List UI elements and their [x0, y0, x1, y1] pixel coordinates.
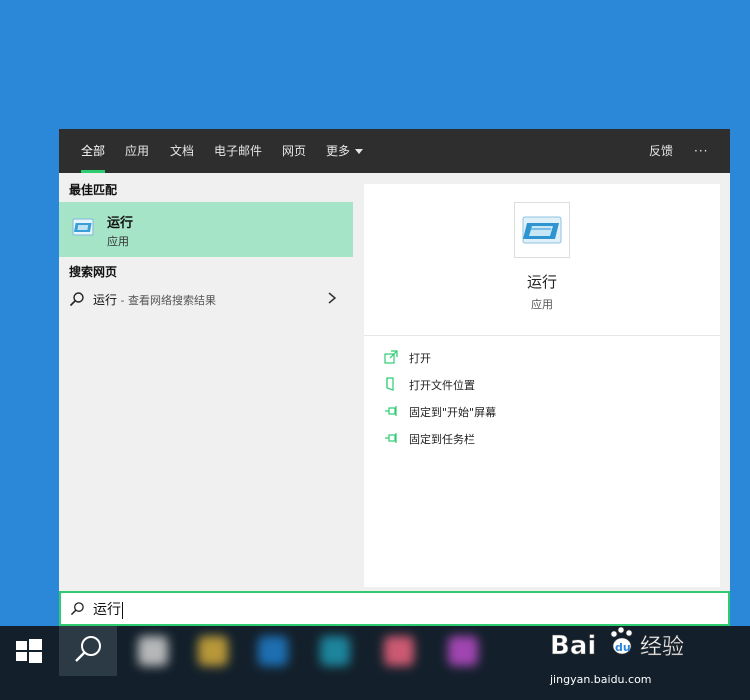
open-label: 打开 — [409, 352, 431, 365]
taskbar-app[interactable] — [258, 636, 288, 666]
tab-email-label: 电子邮件 — [214, 144, 263, 158]
tab-more[interactable]: 更多 — [326, 129, 364, 173]
web-search-result[interactable]: 运行 - 查看网络搜索结果 — [59, 287, 353, 313]
search-input-text: 运行 — [93, 599, 123, 619]
tab-apps-label: 应用 — [125, 144, 150, 158]
search-icon — [69, 292, 84, 307]
open-icon — [384, 350, 398, 364]
text-cursor — [122, 601, 123, 619]
divider — [364, 335, 720, 336]
watermark-url: jingyan.baidu.com — [550, 673, 652, 686]
app-title: 运行 — [526, 273, 557, 291]
caret-down-icon — [355, 149, 364, 154]
tab-all-label: 全部 — [81, 144, 106, 158]
web-result-text: 运行 - 查看网络搜索结果 — [93, 291, 216, 308]
web-search-header: 搜索网页 — [69, 265, 118, 279]
more-options-button[interactable]: ··· — [694, 129, 708, 173]
detail-panel: 运行 应用 打开 打开文件位置 固定到"开始"屏幕 固定到任务栏 — [364, 184, 720, 587]
tab-documents[interactable]: 文档 — [170, 129, 194, 173]
run-app-large-icon — [522, 216, 562, 244]
search-icon — [70, 602, 84, 616]
pin-icon — [385, 433, 397, 443]
best-match-subtitle: 应用 — [107, 235, 129, 248]
web-result-query: 运行 — [93, 293, 118, 307]
best-match-title: 运行 — [107, 216, 134, 231]
taskbar-app[interactable] — [320, 636, 350, 666]
app-subtitle: 应用 — [531, 298, 553, 311]
watermark-paw-text: du — [615, 641, 631, 654]
file-location-icon — [386, 377, 394, 391]
best-match-header: 最佳匹配 — [69, 183, 118, 197]
run-app-icon — [72, 218, 94, 236]
taskbar-app[interactable] — [384, 636, 414, 666]
tab-email[interactable]: 电子邮件 — [214, 129, 262, 173]
search-tabs-bar: 全部 应用 文档 电子邮件 网页 更多 反馈 ··· — [59, 129, 730, 173]
feedback-button[interactable]: 反馈 — [649, 129, 673, 173]
tab-web-label: 网页 — [282, 144, 307, 158]
pin-to-start-label: 固定到"开始"屏幕 — [409, 406, 497, 419]
tab-web[interactable]: 网页 — [282, 129, 306, 173]
tab-more-label: 更多 — [326, 144, 351, 158]
tab-all[interactable]: 全部 — [81, 129, 106, 173]
taskbar-app[interactable] — [138, 636, 168, 666]
baidu-jingyan-watermark: Bai du 经验 jingyan.baidu.com — [550, 620, 710, 690]
pin-to-taskbar-label: 固定到任务栏 — [409, 433, 475, 446]
taskbar-app[interactable] — [448, 636, 478, 666]
tab-documents-label: 文档 — [170, 144, 195, 158]
taskbar-app[interactable] — [198, 636, 228, 666]
app-preview — [514, 202, 570, 258]
chevron-right-icon — [328, 292, 337, 304]
baidu-logo-icon: Bai du 经验 — [550, 626, 684, 661]
pin-icon — [385, 406, 397, 416]
best-match-result[interactable]: 运行 应用 — [59, 202, 353, 257]
search-query: 运行 — [93, 602, 121, 618]
search-window: 全部 应用 文档 电子邮件 网页 更多 反馈 ··· 最佳匹配 运行 应用 搜索… — [59, 129, 730, 626]
results-list: 最佳匹配 运行 应用 搜索网页 运行 - 查看网络搜索结果 — [59, 173, 353, 590]
start-button[interactable] — [0, 626, 58, 676]
taskbar-search-button[interactable] — [59, 626, 117, 676]
tab-apps[interactable]: 应用 — [125, 129, 149, 173]
paw-icon: du — [610, 626, 633, 655]
web-result-hint: - 查看网络搜索结果 — [117, 294, 216, 307]
feedback-label: 反馈 — [649, 144, 674, 158]
windows-logo-icon — [16, 639, 42, 663]
watermark-suffix: 经验 — [640, 635, 684, 660]
watermark-brand: Bai — [550, 631, 596, 661]
open-file-location-label: 打开文件位置 — [409, 379, 475, 392]
more-options-icon: ··· — [694, 144, 709, 158]
search-icon — [75, 636, 101, 662]
